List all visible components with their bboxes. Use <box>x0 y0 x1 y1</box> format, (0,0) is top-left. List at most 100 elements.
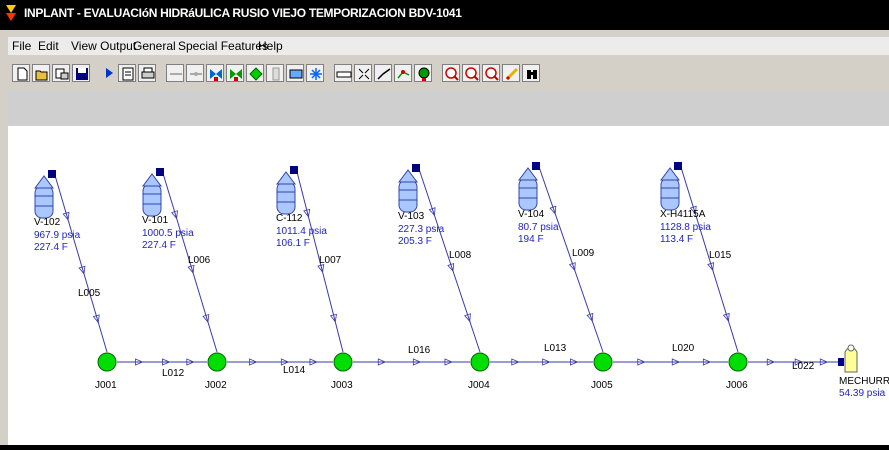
exchanger-icon[interactable] <box>286 64 304 82</box>
source-name: C-112 <box>276 213 303 224</box>
flare-tip <box>847 344 855 352</box>
source-temperature: 194 F <box>518 234 544 245</box>
sink-pressure: 54.39 psia <box>839 388 886 399</box>
vessel-icon <box>142 167 165 217</box>
vessel-icon <box>276 165 299 215</box>
vessel-icon <box>660 161 683 211</box>
feed-link[interactable] <box>53 171 108 353</box>
source-node[interactable]: X-H4115A 1128.8 psia113.4 F <box>660 161 711 245</box>
source-name: V-101 <box>142 215 169 226</box>
source-temperature: 205.3 F <box>398 236 432 247</box>
menu-edit[interactable]: Edit <box>38 39 59 53</box>
junction-icon[interactable] <box>246 64 264 82</box>
source-name: V-103 <box>398 211 425 222</box>
source-pressure: 1128.8 psia <box>660 222 711 233</box>
pencil-icon[interactable] <box>502 64 520 82</box>
scatter-chart-icon[interactable] <box>394 64 412 82</box>
valve-icon[interactable] <box>226 64 244 82</box>
toolbar <box>8 61 889 87</box>
link-label: L005 <box>78 288 101 299</box>
new-icon[interactable] <box>12 64 30 82</box>
source-pressure: 1000.5 psia <box>142 228 194 239</box>
toolbar-area <box>8 90 889 127</box>
fit-icon[interactable] <box>354 64 372 82</box>
source-temperature: 227.4 F <box>34 242 68 253</box>
junction-circle <box>333 352 353 372</box>
zoom-in-icon[interactable] <box>442 64 460 82</box>
valve-icon[interactable] <box>206 64 224 82</box>
menu-help[interactable]: Help <box>258 39 283 53</box>
junction-circle <box>470 352 490 372</box>
report-icon[interactable] <box>118 64 136 82</box>
junction-label: J006 <box>726 380 748 391</box>
link-label: L016 <box>408 345 431 356</box>
junction-node[interactable]: J006 <box>726 352 748 391</box>
source-pressure: 1011.4 psia <box>276 226 327 237</box>
source-temperature: 106.1 F <box>276 238 310 249</box>
print-icon[interactable] <box>138 64 156 82</box>
junction-label: J003 <box>331 380 353 391</box>
binoculars-icon[interactable] <box>522 64 540 82</box>
menu-file[interactable]: File <box>12 39 31 53</box>
vessel-icon <box>34 169 57 219</box>
junction-circle <box>593 352 613 372</box>
junction-node[interactable]: J004 <box>468 352 490 391</box>
open-icon[interactable] <box>32 64 50 82</box>
line-chart-icon[interactable] <box>374 64 392 82</box>
vessel-icon <box>518 161 541 211</box>
zoom-window-icon[interactable] <box>482 64 500 82</box>
junction-circle <box>728 352 748 372</box>
junction-circle <box>207 352 227 372</box>
app-window: INPLANT - EVALUACIóN HIDRáULICA RUSIO VI… <box>0 0 889 445</box>
column-icon[interactable] <box>266 64 284 82</box>
junction-label: J002 <box>205 380 227 391</box>
menu-view-output[interactable]: View Output <box>71 39 136 53</box>
menu-special-features[interactable]: Special Features <box>178 39 268 53</box>
link-label: L013 <box>544 343 567 354</box>
snowflake-icon[interactable] <box>306 64 324 82</box>
zoom-out-icon[interactable] <box>462 64 480 82</box>
link-label: L015 <box>709 250 732 261</box>
source-pressure: 967.9 psia <box>34 230 81 241</box>
source-name: X-H4115A <box>660 209 706 220</box>
link-layer: L005 L006 L007 L008 L009 L015 L012 L014 L016 L013… <box>53 163 841 379</box>
sink-node[interactable]: MECHURRIO54.39 psia <box>838 344 889 399</box>
junction-node[interactable]: J003 <box>331 352 353 391</box>
junction-label: J001 <box>95 380 117 391</box>
pipe-icon[interactable] <box>166 64 184 82</box>
network-diagram: L005 L006 L007 L008 L009 L015 L012 L014 L016 L013… <box>34 161 889 399</box>
link-label: L007 <box>319 255 342 266</box>
source-pressure: 227.3 psia <box>398 224 445 235</box>
source-pressure: 80.7 psia <box>518 222 559 233</box>
import-icon[interactable] <box>52 64 70 82</box>
pipe-icon[interactable] <box>186 64 204 82</box>
menu-bar: File Edit View Output General Special Fe… <box>8 37 889 55</box>
link-label: L008 <box>449 250 472 261</box>
junction-label: J005 <box>591 380 613 391</box>
link-label: L006 <box>188 255 211 266</box>
junction-node[interactable]: J001 <box>95 352 117 391</box>
link-label: L014 <box>283 365 306 376</box>
globe-icon[interactable] <box>414 64 432 82</box>
source-name: V-104 <box>518 209 545 220</box>
junction-node[interactable]: J005 <box>591 352 613 391</box>
junction-label: J004 <box>468 380 490 391</box>
link-label: L012 <box>162 368 185 379</box>
sink-name: MECHURRIO <box>839 376 889 387</box>
save-icon[interactable] <box>72 64 90 82</box>
link-label: L022 <box>792 361 815 372</box>
run-icon[interactable] <box>100 64 118 82</box>
source-node[interactable]: C-112 1011.4 psia106.1 F <box>276 165 327 249</box>
source-node[interactable]: V-101 1000.5 psia227.4 F <box>142 167 194 251</box>
title-bar: INPLANT - EVALUACIóN HIDRáULICA RUSIO VI… <box>0 0 889 30</box>
ruler-icon[interactable] <box>334 64 352 82</box>
menu-general[interactable]: General <box>133 39 176 53</box>
source-name: V-102 <box>34 217 61 228</box>
link-label: L020 <box>672 343 695 354</box>
source-node[interactable]: V-104 80.7 psia194 F <box>518 161 559 245</box>
junction-node[interactable]: J002 <box>205 352 227 391</box>
source-temperature: 113.4 F <box>660 234 693 245</box>
network-canvas[interactable]: L005 L006 L007 L008 L009 L015 L012 L014 L016 L013… <box>8 126 889 445</box>
source-temperature: 227.4 F <box>142 240 176 251</box>
junction-circle <box>97 352 117 372</box>
